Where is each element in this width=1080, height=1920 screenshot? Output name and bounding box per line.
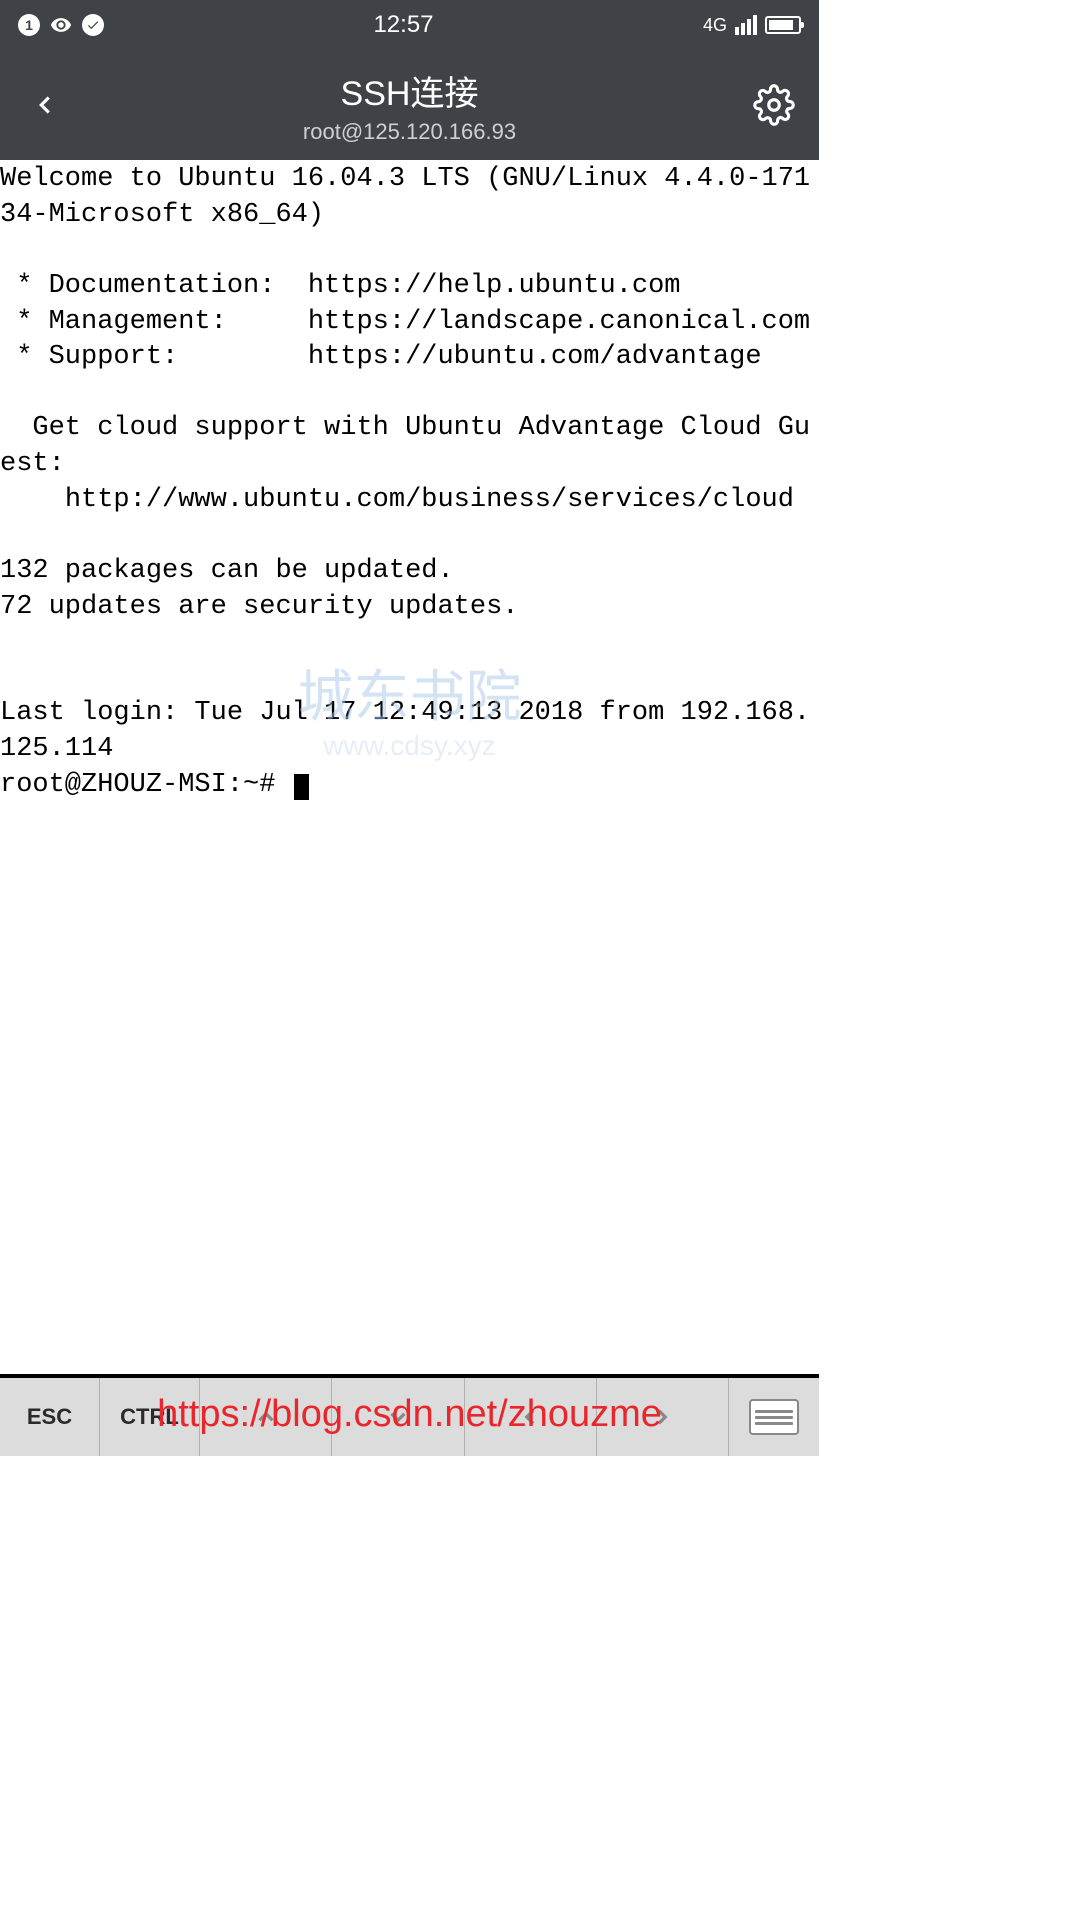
terminal-line: Welcome to Ubuntu 16.04.3 LTS (GNU/Linux… (0, 164, 810, 230)
check-circle-icon (82, 14, 104, 36)
terminal-line: http://www.ubuntu.com/business/services/… (0, 485, 794, 515)
status-left: 1 (18, 14, 104, 36)
chevron-left-icon (30, 83, 60, 127)
status-right: 4G (703, 15, 801, 36)
bottom-key-bar: ESC CTRL (0, 1374, 819, 1456)
terminal-output[interactable]: Welcome to Ubuntu 16.04.3 LTS (GNU/Linux… (0, 160, 819, 1374)
arrow-down-key[interactable] (332, 1378, 464, 1456)
chevron-left-icon (517, 1404, 543, 1430)
terminal-line: 72 updates are security updates. (0, 592, 518, 622)
page-subtitle: root@125.120.166.93 (303, 119, 516, 145)
status-time: 12:57 (104, 11, 703, 39)
terminal-line: Get cloud support with Ubuntu Advantage … (0, 413, 810, 479)
chevron-down-icon (385, 1404, 411, 1430)
terminal-line: * Support: https://ubuntu.com/advantage (0, 342, 762, 372)
arrow-left-key[interactable] (465, 1378, 597, 1456)
back-button[interactable] (20, 83, 70, 127)
network-label: 4G (703, 15, 727, 36)
gear-icon (753, 84, 795, 126)
arrow-up-key[interactable] (200, 1378, 332, 1456)
status-bar: 1 12:57 4G (0, 0, 819, 50)
watermark-sub: www.cdsy.xyz (298, 728, 522, 765)
chevron-right-icon (649, 1404, 675, 1430)
header-center: SSH连接 root@125.120.166.93 (70, 66, 749, 145)
esc-key[interactable]: ESC (0, 1378, 100, 1456)
cursor (294, 774, 309, 800)
page-title: SSH连接 (341, 66, 479, 115)
keyboard-toggle-button[interactable] (729, 1378, 819, 1456)
eye-icon (50, 14, 72, 36)
battery-icon (765, 16, 801, 34)
chevron-up-icon (253, 1404, 279, 1430)
terminal-line: Last login: Tue Jul 17 12:49:13 2018 fro… (0, 698, 810, 764)
arrow-right-key[interactable] (597, 1378, 729, 1456)
terminal-line: * Documentation: https://help.ubuntu.com (0, 271, 681, 301)
terminal-line: 132 packages can be updated. (0, 556, 454, 586)
settings-button[interactable] (749, 84, 799, 126)
keyboard-icon (749, 1399, 799, 1435)
terminal-prompt: root@ZHOUZ-MSI:~# (0, 770, 292, 800)
ctrl-key[interactable]: CTRL (100, 1378, 200, 1456)
terminal-line: * Management: https://landscape.canonica… (0, 307, 810, 337)
app-header: SSH连接 root@125.120.166.93 (0, 50, 819, 160)
signal-icon (735, 15, 757, 35)
notification-badge-icon: 1 (18, 14, 40, 36)
